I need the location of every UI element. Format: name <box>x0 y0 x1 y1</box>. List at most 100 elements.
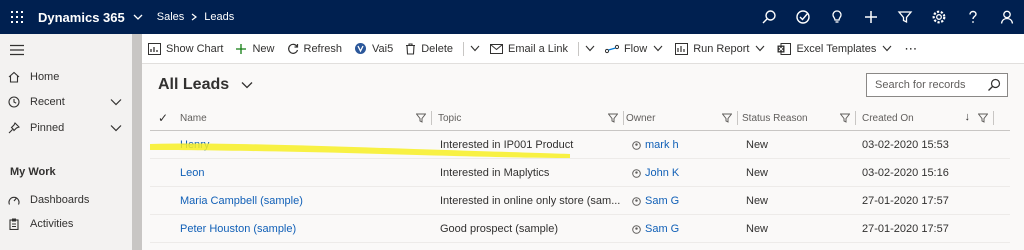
sidebar-item-dashboards[interactable]: Dashboards <box>0 188 132 212</box>
excel-templates-label: Excel Templates <box>796 42 877 55</box>
user-icon[interactable] <box>990 0 1024 34</box>
task-target-icon[interactable] <box>786 0 820 34</box>
lead-created-on: 27-01-2020 17:57 <box>862 195 949 207</box>
delete-button[interactable]: Delete <box>399 34 459 64</box>
sidebar-item-pinned[interactable]: Pinned <box>0 116 132 140</box>
chart-icon <box>148 42 161 55</box>
lead-topic: Good prospect (sample) <box>440 223 558 235</box>
column-header-created-on[interactable]: Created On ↓ <box>862 105 994 131</box>
lead-topic: Interested in Maplytics <box>440 167 550 179</box>
plus-icon <box>235 43 247 55</box>
hamburger-menu-icon[interactable] <box>10 44 24 59</box>
run-report-button[interactable]: Run Report <box>669 34 771 64</box>
records-grid: ✓ Name Topic Owner Status Reason Created… <box>150 105 1010 243</box>
table-row[interactable]: Leon Interested in Maplytics John K New … <box>150 159 1010 187</box>
table-row[interactable]: Maria Campbell (sample) Interested in on… <box>150 187 1010 215</box>
lightbulb-icon[interactable] <box>820 0 854 34</box>
lead-owner-link[interactable]: Sam G <box>632 187 736 215</box>
user-icon <box>632 168 641 178</box>
column-header-name[interactable]: Name <box>180 105 432 131</box>
lead-status: New <box>746 223 769 235</box>
table-row[interactable]: Henry Interested in IP001 Product mark h… <box>150 131 1010 159</box>
sidebar-section-title: My Work <box>10 166 56 178</box>
sort-descending-icon[interactable]: ↓ <box>965 111 971 123</box>
view-selector[interactable]: All Leads <box>158 76 253 94</box>
new-button[interactable]: New <box>229 34 280 64</box>
select-all-checkbox[interactable]: ✓ <box>158 105 178 131</box>
filter-icon[interactable] <box>415 113 427 126</box>
owner-name: Sam G <box>645 195 680 207</box>
sidebar-item-recent[interactable]: Recent <box>0 90 132 114</box>
lead-status: New <box>746 195 769 207</box>
mail-icon <box>490 43 504 54</box>
plus-icon[interactable] <box>854 0 888 34</box>
chevron-down-icon[interactable] <box>133 12 143 22</box>
column-header-label: Name <box>180 112 207 124</box>
refresh-button[interactable]: Refresh <box>281 34 349 64</box>
filter-icon[interactable] <box>977 113 989 126</box>
help-icon[interactable] <box>956 0 990 34</box>
owner-name: Sam G <box>645 223 680 235</box>
search-icon[interactable] <box>752 0 786 34</box>
flow-button[interactable]: Flow <box>599 34 669 64</box>
breadcrumb-area[interactable]: Sales <box>157 11 185 23</box>
lead-owner-link[interactable]: Sam G <box>632 215 736 243</box>
dashboard-icon <box>8 194 30 206</box>
lead-name-link[interactable]: Henry <box>180 131 430 159</box>
more-commands-button[interactable]: ⋯ <box>898 34 923 64</box>
chevron-down-icon <box>241 81 253 89</box>
breadcrumb-entity[interactable]: Leads <box>204 11 234 23</box>
chevron-down-icon <box>470 45 480 52</box>
view-title: All Leads <box>158 76 230 93</box>
vai5-label: Vai5 <box>372 42 394 55</box>
column-header-label: Topic <box>438 112 462 124</box>
checkmark-icon: ✓ <box>158 111 169 125</box>
column-header-topic[interactable]: Topic <box>438 105 624 131</box>
refresh-icon <box>287 43 299 55</box>
show-chart-label: Show Chart <box>166 42 224 55</box>
search-icon[interactable] <box>987 78 1001 95</box>
chevron-down-icon[interactable] <box>110 98 122 106</box>
table-row[interactable]: Peter Houston (sample) Good prospect (sa… <box>150 215 1010 243</box>
column-header-status-reason[interactable]: Status Reason <box>742 105 856 131</box>
chevron-down-icon <box>585 45 595 52</box>
sidebar-item-activities[interactable]: Activities <box>0 212 132 236</box>
lead-owner-link[interactable]: John K <box>632 159 736 187</box>
chevron-down-icon <box>882 45 892 52</box>
sidebar-item-label: Activities <box>30 218 74 230</box>
vai5-button[interactable]: Vai5 <box>348 34 399 64</box>
filter-icon[interactable] <box>888 0 922 34</box>
pin-icon <box>8 122 30 134</box>
email-link-button[interactable]: Email a Link <box>484 34 574 64</box>
sidebar-scrollbar[interactable] <box>132 34 142 250</box>
flow-icon <box>604 44 619 54</box>
filter-icon[interactable] <box>721 113 733 126</box>
app-title[interactable]: Dynamics 365 <box>38 10 125 25</box>
search-input[interactable] <box>875 79 987 91</box>
owner-name: John K <box>645 167 680 179</box>
delete-dropdown[interactable] <box>459 34 484 64</box>
process-icon <box>354 42 367 55</box>
lead-status: New <box>746 167 769 179</box>
lead-status: New <box>746 139 769 151</box>
gear-icon[interactable] <box>922 0 956 34</box>
chevron-down-icon[interactable] <box>110 124 122 132</box>
column-header-owner[interactable]: Owner <box>626 105 738 131</box>
lead-name-link[interactable]: Peter Houston (sample) <box>180 215 430 243</box>
sidebar-item-home[interactable]: Home <box>0 65 132 89</box>
lead-name-link[interactable]: Maria Campbell (sample) <box>180 187 430 215</box>
app-launcher-icon[interactable] <box>0 0 34 34</box>
user-icon <box>632 196 641 206</box>
more-icon: ⋯ <box>904 40 918 56</box>
email-dropdown[interactable] <box>574 34 599 64</box>
excel-templates-button[interactable]: Excel Templates <box>771 34 898 64</box>
email-link-label: Email a Link <box>508 42 568 55</box>
filter-icon[interactable] <box>607 113 619 126</box>
filter-icon[interactable] <box>839 113 851 126</box>
excel-icon <box>777 42 792 55</box>
lead-owner-link[interactable]: mark h <box>632 131 736 159</box>
lead-name-link[interactable]: Leon <box>180 159 430 187</box>
sidebar: Home Recent Pinned My Work Dashboards Ac… <box>0 34 132 250</box>
clock-icon <box>8 96 30 108</box>
show-chart-button[interactable]: Show Chart <box>142 34 229 64</box>
